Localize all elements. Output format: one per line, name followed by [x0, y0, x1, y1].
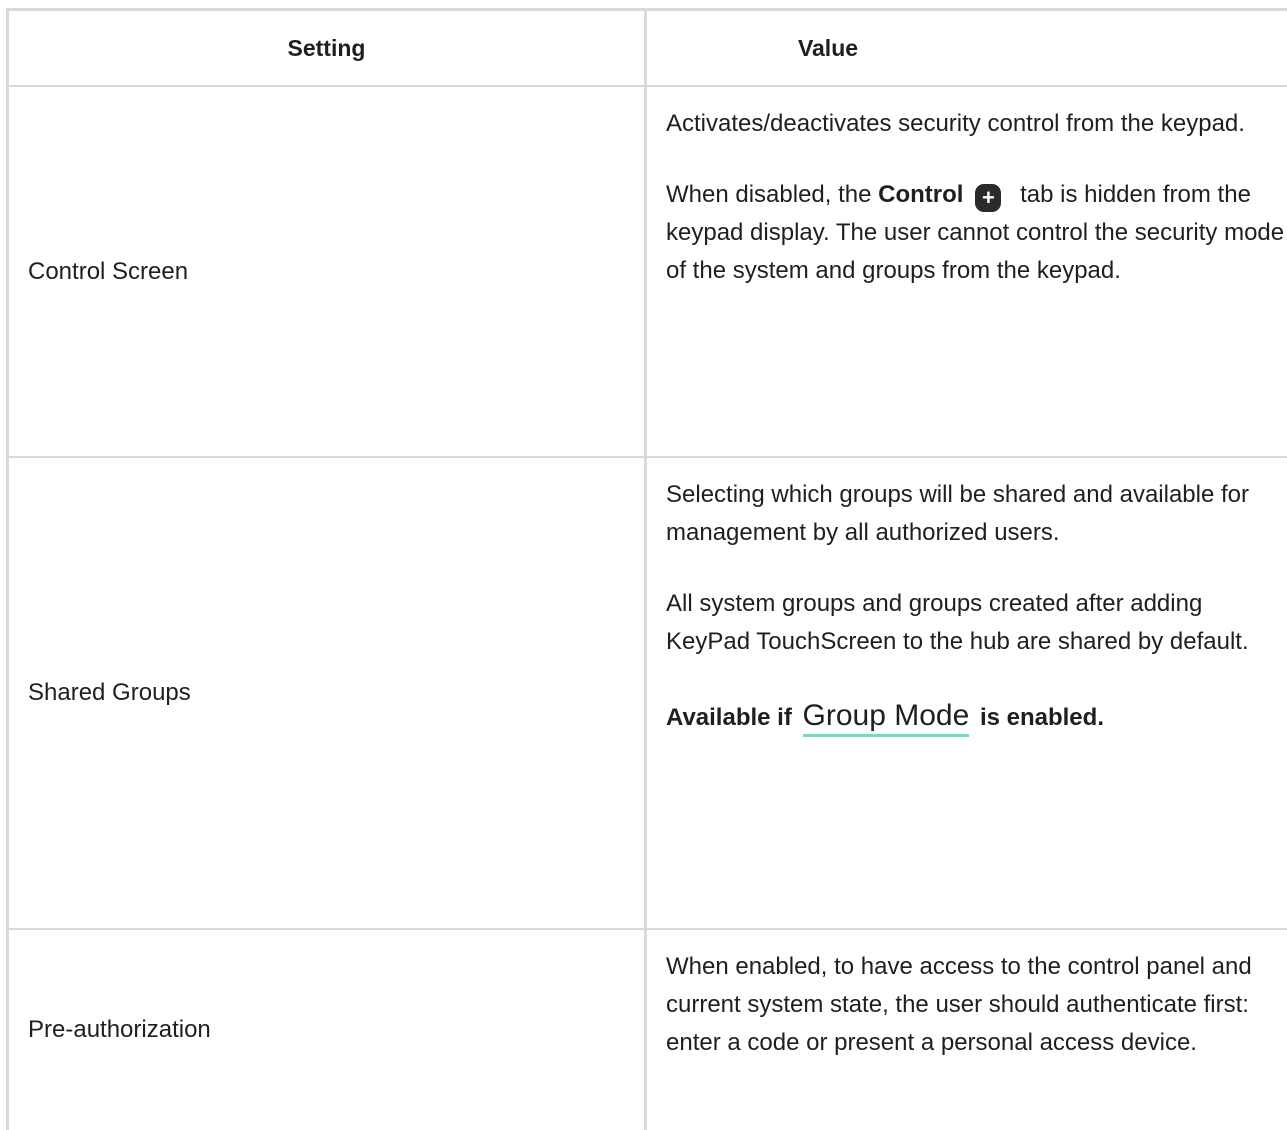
control-tab-name: Control: [878, 181, 964, 208]
description-text: When disabled, the: [666, 181, 879, 208]
settings-table: Setting Value Control Screen Activates/d…: [6, 8, 1287, 1130]
description-paragraph: When enabled, to have access to the cont…: [666, 953, 1252, 1056]
setting-description: Activates/deactivates security control f…: [647, 87, 1287, 456]
note-suffix: is enabled.: [979, 704, 1104, 731]
table-row: Control Screen Activates/deactivates sec…: [9, 87, 1287, 458]
group-mode-link[interactable]: Group Mode: [802, 699, 970, 737]
setting-name: Shared Groups: [9, 458, 647, 928]
note-prefix: Available if: [666, 704, 792, 731]
setting-description: When enabled, to have access to the cont…: [647, 930, 1287, 1130]
table-row: Shared Groups Selecting which groups wil…: [9, 458, 1287, 930]
setting-name: Pre-authorization: [9, 930, 647, 1130]
description-paragraph: Selecting which groups will be shared an…: [666, 481, 1250, 546]
header-value: Value: [797, 35, 859, 61]
description-paragraph: Activates/deactivates security control f…: [666, 110, 1245, 137]
setting-name: Control Screen: [9, 87, 647, 456]
description-paragraph: When disabled, the Control + tab is hidde…: [666, 176, 1287, 290]
setting-description: Selecting which groups will be shared an…: [647, 458, 1287, 928]
plus-icon: +: [975, 184, 1002, 212]
description-paragraph: All system groups and groups created aft…: [666, 590, 1249, 655]
availability-note: Available if Group Mode is enabled.: [666, 697, 1287, 737]
table-row: Pre-authorization When enabled, to have …: [9, 930, 1287, 1130]
table-header-row: Setting Value: [9, 11, 1287, 87]
header-setting: Setting: [9, 11, 647, 85]
